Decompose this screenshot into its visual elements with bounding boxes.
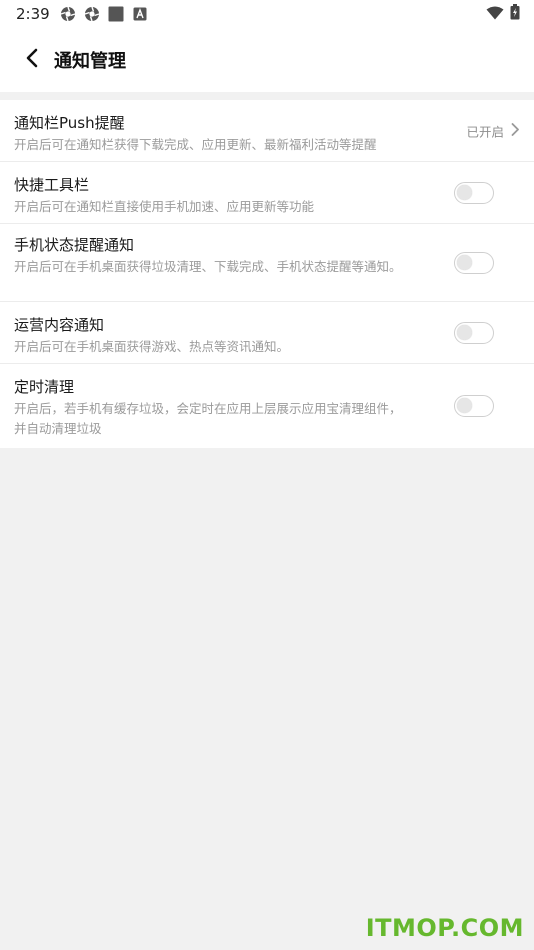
setting-scheduled-cleanup: 定时清理 开启后，若手机有缓存垃圾，会定时在应用上层展示应用宝清理组件，并自动清…	[0, 364, 534, 448]
setting-title: 通知栏Push提醒	[14, 114, 125, 132]
chevron-right-icon	[510, 121, 520, 140]
setting-description: 开启后可在通知栏直接使用手机加速、应用更新等功能	[14, 199, 315, 214]
setting-value-group: 已开启	[466, 121, 520, 140]
aperture-icon	[84, 6, 100, 22]
aperture-icon	[60, 6, 76, 22]
setting-description: 开启后可在手机桌面获得垃圾清理、下载完成、手机状态提醒等通知。	[14, 259, 402, 274]
setting-description: 开启后可在通知栏获得下载完成、应用更新、最新福利活动等提醒	[14, 137, 377, 152]
setting-status-value: 已开启	[466, 124, 504, 139]
setting-phone-status-notification: 手机状态提醒通知 开启后可在手机桌面获得垃圾清理、下载完成、手机状态提醒等通知。	[0, 224, 534, 302]
toggle-knob	[457, 324, 472, 340]
setting-title: 定时清理	[14, 378, 75, 396]
notification-icons	[60, 6, 148, 22]
toggle-knob	[457, 184, 472, 200]
setting-push-notifications[interactable]: 通知栏Push提醒 开启后可在通知栏获得下载完成、应用更新、最新福利活动等提醒 …	[0, 100, 534, 162]
scheduled-cleanup-toggle[interactable]	[454, 395, 494, 417]
app-bar: 通知管理	[0, 28, 534, 92]
setting-operation-content-notification: 运营内容通知 开启后可在手机桌面获得游戏、热点等资讯通知。	[0, 302, 534, 364]
settings-list: 通知栏Push提醒 开启后可在通知栏获得下载完成、应用更新、最新福利活动等提醒 …	[0, 100, 534, 448]
toggle-knob	[457, 398, 472, 413]
operation-content-toggle[interactable]	[454, 321, 494, 344]
setting-description: 开启后可在手机桌面获得游戏、热点等资讯通知。	[14, 339, 290, 354]
chevron-left-icon	[25, 48, 39, 72]
setting-title: 快捷工具栏	[14, 176, 90, 194]
setting-quick-toolbar: 快捷工具栏 开启后可在通知栏直接使用手机加速、应用更新等功能	[0, 162, 534, 224]
setting-title: 运营内容通知	[14, 316, 105, 334]
toggle-knob	[457, 254, 472, 270]
setting-title: 手机状态提醒通知	[14, 236, 135, 254]
wifi-icon	[486, 5, 504, 24]
a-badge-icon	[132, 6, 148, 22]
status-bar: 2:39	[0, 0, 534, 28]
back-button[interactable]	[12, 40, 52, 80]
status-time: 2:39	[16, 5, 50, 23]
square-icon	[108, 6, 124, 22]
system-icons	[486, 4, 520, 24]
phone-status-toggle[interactable]	[454, 251, 494, 274]
battery-charging-icon	[510, 4, 520, 24]
page-title: 通知管理	[54, 51, 126, 72]
watermark: ITMOP.COM	[365, 914, 524, 942]
setting-description: 开启后，若手机有缓存垃圾，会定时在应用上层展示应用宝清理组件，并自动清理垃圾	[14, 401, 402, 436]
quick-toolbar-toggle[interactable]	[454, 181, 494, 204]
